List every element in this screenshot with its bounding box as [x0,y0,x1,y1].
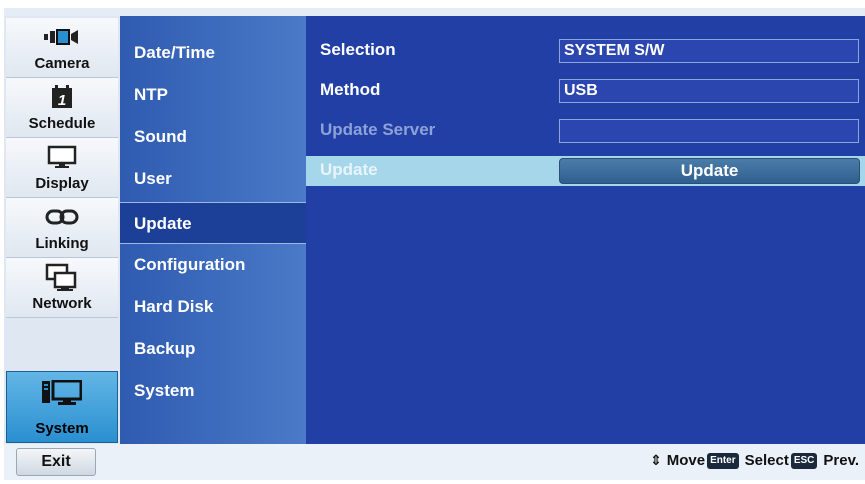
submenu-item-backup[interactable]: Backup [120,328,306,370]
exit-button[interactable]: Exit [16,448,96,476]
category-column: Camera 1 Schedule Display Linking Networ… [4,16,120,444]
category-display[interactable]: Display [6,138,118,198]
method-label: Method [320,80,381,99]
category-label: System [35,420,89,437]
submenu-item-update[interactable]: Update [120,202,306,244]
dvr-setup-window: Camera 1 Schedule Display Linking Networ… [4,8,865,480]
submenu-item-datetime[interactable]: Date/Time [120,32,306,74]
category-camera[interactable]: Camera [6,18,118,78]
selection-row: Selection SYSTEM S/W [306,36,865,66]
category-label: Camera [34,55,90,72]
select-hint: Select [744,452,789,469]
move-hint: Move [666,452,706,469]
bottom-bar: Exit ⇕ Move Enter Select ESC Prev. [4,444,865,480]
category-label: Schedule [28,115,96,132]
selection-field[interactable]: SYSTEM S/W [559,39,859,63]
prev-hint: Prev. [823,452,859,469]
submenu-item-hard-disk[interactable]: Hard Disk [120,286,306,328]
submenu-item-system[interactable]: System [120,370,306,412]
category-linking[interactable]: Linking [6,198,118,258]
submenu-item-sound[interactable]: Sound [120,116,306,158]
submenu-item-user[interactable]: User [120,158,306,200]
update-server-row: Update Server [306,116,865,146]
category-label: Linking [35,235,89,252]
category-label: Display [35,175,89,192]
enter-key-badge: Enter [707,452,739,469]
update-server-field [559,119,859,143]
submenu-item-ntp[interactable]: NTP [120,74,306,116]
chain-link-icon [6,204,118,230]
update-label: Update [320,160,378,179]
network-icon [6,262,118,294]
submenu-item-configuration[interactable]: Configuration [120,244,306,286]
up-down-arrow-icon: ⇕ [650,452,662,468]
method-field[interactable]: USB [559,79,859,103]
esc-key-badge: ESC [790,452,818,469]
camera-icon [6,24,118,50]
settings-panel: Selection SYSTEM S/W Method USB Update S… [306,16,865,444]
category-network[interactable]: Network [6,258,118,318]
category-label: Network [32,295,92,312]
monitor-icon [6,144,118,170]
update-row: Update Update [306,156,865,186]
key-hints: ⇕ Move Enter Select ESC Prev. [648,452,859,469]
update-server-label: Update Server [320,120,436,139]
method-row: Method USB [306,76,865,106]
category-system[interactable]: System [6,371,118,443]
top-strip [4,8,865,16]
system-icon [7,380,117,406]
update-button[interactable]: Update [559,158,860,184]
calendar-icon: 1 [6,84,118,110]
submenu: Date/Time NTP Sound User Update Configur… [120,16,306,444]
selection-label: Selection [320,40,396,59]
category-schedule[interactable]: 1 Schedule [6,78,118,138]
calendar-day-label: 1 [58,92,66,109]
